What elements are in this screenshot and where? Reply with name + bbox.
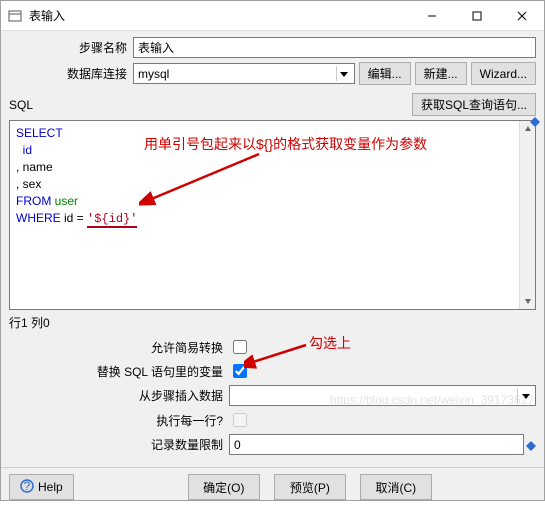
- var-indicator-icon: [530, 116, 540, 126]
- sql-label: SQL: [9, 98, 408, 112]
- db-conn-dropdown[interactable]: mysql: [133, 63, 355, 84]
- sql-variable-literal: '${id}': [87, 212, 137, 228]
- maximize-button[interactable]: [454, 1, 499, 31]
- each-row-checkbox: [233, 413, 247, 427]
- sql-header-row: SQL 获取SQL查询语句...: [9, 93, 536, 116]
- close-button[interactable]: [499, 1, 544, 31]
- replace-vars-checkbox[interactable]: [233, 364, 247, 378]
- from-step-row: 从步骤插入数据: [9, 385, 536, 406]
- limit-input[interactable]: [229, 434, 524, 455]
- titlebar: 表输入: [1, 1, 544, 31]
- replace-vars-label: 替换 SQL 语句里的变量: [9, 363, 229, 380]
- chevron-down-icon: [517, 388, 533, 403]
- cancel-button[interactable]: 取消(C): [360, 474, 432, 500]
- cursor-status: 行1 列0: [9, 314, 536, 331]
- scroll-down-icon[interactable]: [520, 293, 535, 309]
- wizard-button[interactable]: Wizard...: [471, 62, 536, 85]
- new-button[interactable]: 新建...: [415, 62, 467, 85]
- window-title: 表输入: [29, 7, 409, 24]
- limit-row: 记录数量限制: [9, 434, 536, 455]
- replace-vars-row: 替换 SQL 语句里的变量: [9, 361, 536, 381]
- preview-button[interactable]: 预览(P): [274, 474, 346, 500]
- get-sql-button[interactable]: 获取SQL查询语句...: [412, 93, 536, 116]
- step-name-input[interactable]: [133, 37, 536, 58]
- sql-editor-wrap: SELECT id , name , sex FROM user WHERE i…: [9, 120, 536, 310]
- sql-editor[interactable]: SELECT id , name , sex FROM user WHERE i…: [9, 120, 536, 310]
- scroll-track[interactable]: [520, 137, 535, 293]
- dialog-content: 步骤名称 数据库连接 mysql 编辑... 新建... Wizard... S…: [1, 31, 544, 467]
- minimize-button[interactable]: [409, 1, 454, 31]
- help-label: Help: [38, 480, 63, 494]
- simple-transform-row: 允许简易转换: [9, 337, 536, 357]
- simple-transform-label: 允许简易转换: [9, 339, 229, 356]
- db-conn-row: 数据库连接 mysql 编辑... 新建... Wizard...: [9, 62, 536, 85]
- dialog-window: 表输入 步骤名称 数据库连接 mysql 编辑... 新建... Wizard.…: [0, 0, 545, 501]
- edit-button[interactable]: 编辑...: [359, 62, 411, 85]
- limit-label: 记录数量限制: [9, 436, 229, 453]
- step-name-row: 步骤名称: [9, 37, 536, 58]
- var-indicator-icon: [526, 440, 536, 450]
- step-name-label: 步骤名称: [9, 39, 133, 56]
- ok-button[interactable]: 确定(O): [188, 474, 260, 500]
- from-step-dropdown[interactable]: [229, 385, 536, 406]
- simple-transform-checkbox[interactable]: [233, 340, 247, 354]
- sql-scrollbar[interactable]: [519, 121, 535, 309]
- svg-text:?: ?: [24, 479, 31, 493]
- help-button[interactable]: ? Help: [9, 474, 74, 500]
- button-bar: ? Help 确定(O) 预览(P) 取消(C): [1, 467, 544, 508]
- db-conn-label: 数据库连接: [9, 65, 133, 82]
- from-step-label: 从步骤插入数据: [9, 387, 229, 404]
- main-buttons: 确定(O) 预览(P) 取消(C): [80, 474, 536, 500]
- app-icon: [7, 8, 23, 24]
- each-row-label: 执行每一行?: [9, 412, 229, 429]
- each-row-row: 执行每一行?: [9, 410, 536, 430]
- help-icon: ?: [20, 479, 34, 496]
- db-conn-value: mysql: [138, 67, 169, 81]
- chevron-down-icon: [336, 66, 352, 81]
